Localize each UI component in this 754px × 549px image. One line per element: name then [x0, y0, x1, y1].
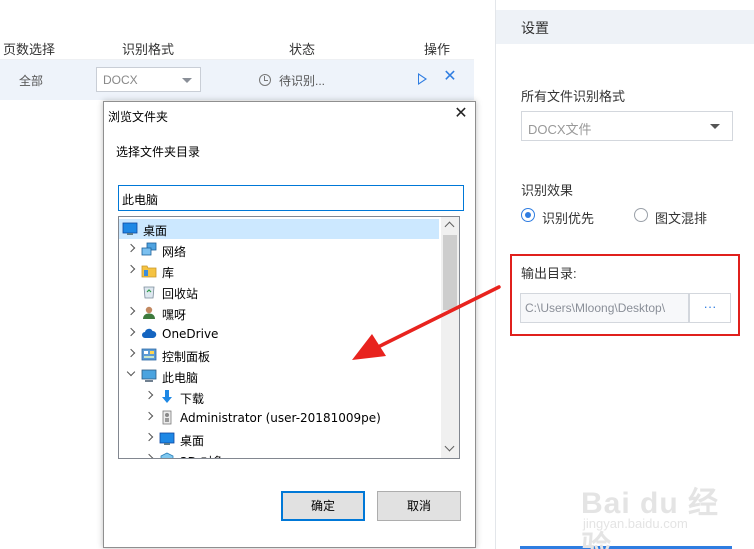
- 3d-objects-icon: [159, 452, 175, 458]
- format-select[interactable]: DOCX: [96, 67, 201, 92]
- network-icon: [141, 242, 157, 257]
- browse-button[interactable]: ···: [689, 293, 731, 323]
- ok-button[interactable]: 确定: [281, 491, 365, 521]
- output-path-value: C:\Users\Mloong\Desktop\: [525, 301, 666, 315]
- chevron-right-icon[interactable]: [126, 327, 136, 337]
- chevron-right-icon[interactable]: [144, 411, 154, 421]
- tree-item[interactable]: 下载: [119, 387, 439, 407]
- cloud-icon: [141, 326, 157, 341]
- tree-scrollbar[interactable]: [441, 217, 459, 458]
- browse-folder-dialog: 浏览文件夹 ✕ 选择文件夹目录 此电脑 桌面 网络库回收站 嘿呀 OneDrive 控制…: [103, 101, 476, 548]
- scroll-up-icon[interactable]: [444, 221, 455, 232]
- dialog-instruction: 选择文件夹目录: [116, 145, 201, 159]
- format-label: 所有文件识别格式: [521, 89, 626, 104]
- tree-item-label: 3D 对象: [180, 453, 225, 458]
- library-folder-icon: [141, 263, 157, 278]
- recycle-bin-icon: [141, 284, 157, 299]
- column-header-status: 状态: [289, 42, 316, 57]
- column-header-actions: 操作: [424, 42, 451, 57]
- close-icon[interactable]: ✕: [453, 106, 469, 122]
- tree-item[interactable]: 桌面: [119, 429, 439, 449]
- chevron-right-icon[interactable]: [144, 453, 154, 458]
- settings-panel: 设置 所有文件识别格式 DOCX文件 识别效果 识别优先 图文混排 输出目录: …: [496, 0, 754, 549]
- tree-item-label: 此电脑: [162, 371, 199, 385]
- folder-tree[interactable]: 桌面 网络库回收站 嘿呀 OneDrive 控制面板 此电脑 下载 Administrator…: [118, 216, 460, 459]
- tree-item-label: 回收站: [162, 287, 199, 301]
- output-path-field[interactable]: C:\Users\Mloong\Desktop\: [520, 293, 689, 323]
- radio-recognition-priority-label[interactable]: 识别优先: [542, 208, 594, 227]
- baidu-watermark-logo: Bai du 经验 jingyan.baidu.com: [577, 478, 727, 549]
- settings-header: 设置: [496, 10, 754, 44]
- tree-item[interactable]: 控制面板: [119, 345, 439, 365]
- tree-item[interactable]: 此电脑: [119, 366, 439, 386]
- output-dir-label: 输出目录:: [521, 266, 577, 281]
- all-files-format-select[interactable]: DOCX文件: [521, 111, 733, 141]
- column-header-format: 识别格式: [122, 42, 175, 57]
- chevron-right-icon[interactable]: [126, 306, 136, 316]
- column-header-pages: 页数选择: [3, 42, 56, 57]
- chevron-right-icon[interactable]: [126, 264, 136, 274]
- tree-item-label: 嘿呀: [162, 308, 187, 322]
- scroll-down-icon[interactable]: [444, 441, 455, 452]
- tree-item-label: OneDrive: [162, 327, 219, 341]
- chevron-right-icon[interactable]: [126, 243, 136, 253]
- folder-path-field[interactable]: 此电脑: [118, 185, 464, 211]
- tree-item-label: 桌面: [180, 434, 205, 448]
- tree-item[interactable]: 库: [119, 261, 439, 281]
- tree-item-label: 库: [162, 266, 175, 280]
- user-folder-icon: [159, 410, 175, 425]
- pages-value[interactable]: 全部: [19, 72, 43, 89]
- chevron-down-icon: [710, 124, 720, 129]
- tree-item[interactable]: Administrator (user-20181009pe): [119, 408, 439, 428]
- tree-item[interactable]: OneDrive: [119, 324, 439, 344]
- tree-item-label: 桌面: [143, 224, 168, 238]
- user-icon: [141, 305, 157, 320]
- watermark-sub: jingyan.baidu.com: [583, 516, 688, 531]
- cancel-button[interactable]: 取消: [377, 491, 461, 521]
- chevron-right-icon[interactable]: [126, 348, 136, 358]
- chevron-right-icon[interactable]: [144, 390, 154, 400]
- all-files-format-value: DOCX文件: [528, 122, 592, 137]
- tree-item[interactable]: 回收站: [119, 282, 439, 302]
- radio-mixed-layout-label[interactable]: 图文混排: [655, 208, 707, 227]
- folder-path-value: 此电脑: [122, 193, 159, 207]
- control-panel-icon: [141, 347, 157, 362]
- format-select-value: DOCX: [103, 73, 138, 87]
- chevron-down-icon[interactable]: [126, 367, 136, 377]
- effect-label: 识别效果: [521, 183, 574, 198]
- watermark-main: Bai du 经验: [581, 487, 720, 549]
- tree-item[interactable]: 桌面: [119, 219, 439, 239]
- computer-icon: [141, 368, 157, 383]
- tree-item-label: 网络: [162, 245, 187, 259]
- tree-item-label: 控制面板: [162, 350, 211, 364]
- chevron-down-icon: [182, 78, 192, 83]
- status-text: 待识别...: [279, 74, 326, 88]
- settings-title: 设置: [521, 20, 549, 36]
- tree-item-label: Administrator (user-20181009pe): [180, 411, 381, 425]
- radio-recognition-priority[interactable]: [521, 208, 535, 222]
- start-play-icon[interactable]: [418, 73, 427, 85]
- remove-close-icon[interactable]: ✕: [443, 69, 457, 85]
- radio-mixed-layout[interactable]: [634, 208, 648, 222]
- dialog-title: 浏览文件夹: [108, 110, 169, 124]
- tree-item-label: 下载: [180, 392, 205, 406]
- tree-item[interactable]: 网络: [119, 240, 439, 260]
- file-table-header: 页数选择 识别格式 状态 操作: [0, 33, 474, 60]
- scroll-thumb[interactable]: [443, 235, 457, 310]
- download-icon: [159, 389, 175, 404]
- tree-item[interactable]: 嘿呀: [119, 303, 439, 323]
- table-row[interactable]: 全部 DOCX 待识别... ✕: [0, 60, 474, 100]
- tree-item[interactable]: 3D 对象: [119, 450, 439, 458]
- desktop-icon: [159, 431, 175, 446]
- toolbar-strip: [0, 0, 496, 10]
- clock-icon: [259, 74, 271, 86]
- desktop-icon: [122, 221, 138, 236]
- chevron-right-icon[interactable]: [144, 432, 154, 442]
